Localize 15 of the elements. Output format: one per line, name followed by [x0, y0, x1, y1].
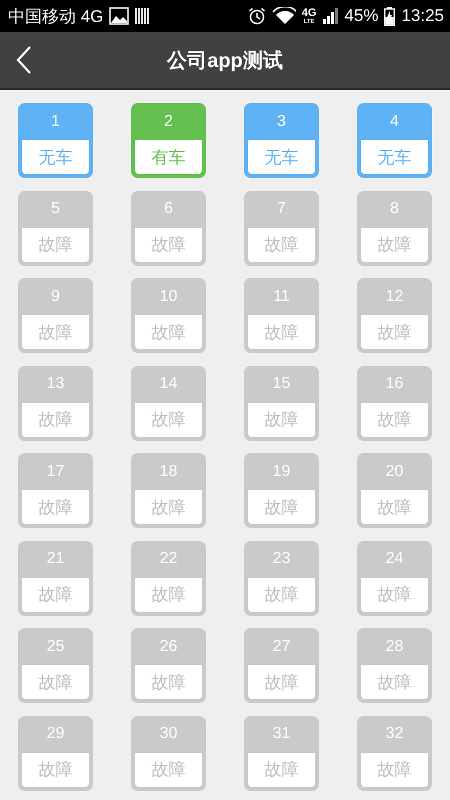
parking-slot-button[interactable]: 2 有车: [131, 103, 206, 178]
parking-slot-button[interactable]: 1 无车: [18, 103, 93, 178]
page-title: 公司app测试: [167, 48, 283, 74]
parking-slot-button[interactable]: 3 无车: [244, 103, 319, 178]
alarm-icon: [248, 7, 266, 25]
barcode-icon: [135, 7, 152, 25]
signal-icon: [322, 7, 338, 25]
network-type: 4G: [302, 8, 316, 18]
parking-slot-button[interactable]: 4 无车: [357, 103, 432, 178]
image-icon: [109, 7, 130, 25]
clock-time: 13:25: [401, 6, 444, 26]
wifi-icon: [272, 7, 296, 25]
battery-charging-icon: [384, 6, 396, 26]
carrier-text: 中国移动 4G: [8, 6, 104, 28]
battery-percent: 45%: [344, 6, 378, 26]
